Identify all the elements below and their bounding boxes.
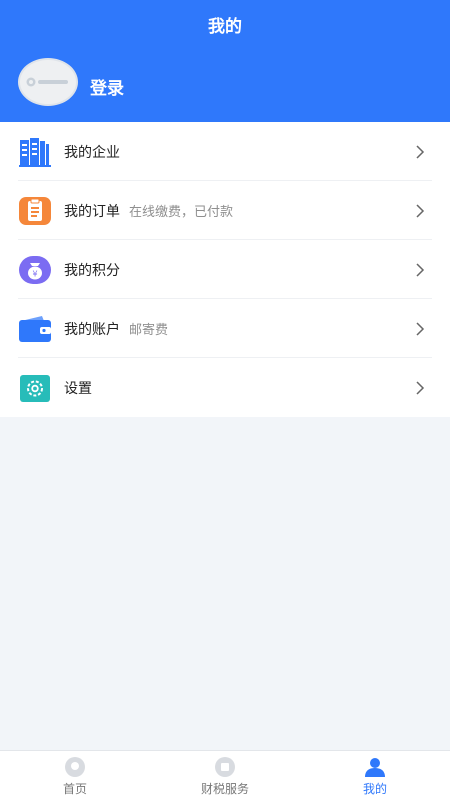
profile-header: 我的 登录 — [0, 0, 450, 122]
tab-label: 首页 — [62, 781, 87, 796]
person-icon — [363, 755, 387, 779]
chevron-right-icon — [416, 203, 425, 218]
menu-item-orders[interactable]: 我的订单 在线缴费，已付款 — [0, 181, 450, 240]
tab-label: 财税服务 — [200, 781, 249, 796]
menu-item-label: 我的企业 — [64, 144, 120, 161]
tab-label: 我的 — [362, 781, 387, 796]
chevron-right-icon — [416, 321, 425, 336]
tab-tax-services[interactable]: 财税服务 — [150, 751, 300, 800]
menu-item-subtitle: 邮寄费 — [129, 323, 169, 338]
login-link[interactable]: 登录 — [90, 74, 124, 99]
menu-item-label: 设置 — [64, 380, 92, 397]
menu-item-subtitle: 在线缴费，已付款 — [129, 205, 234, 220]
tab-home[interactable]: 首页 — [0, 751, 150, 800]
logo-icon — [26, 77, 68, 87]
service-icon — [213, 755, 237, 779]
gear-icon — [18, 371, 52, 405]
menu-item-label: 我的订单 — [64, 203, 120, 220]
svg-text:¥: ¥ — [32, 269, 37, 278]
tab-mine[interactable]: 我的 — [300, 751, 450, 800]
home-icon — [63, 755, 87, 779]
menu-item-label: 我的账户 — [64, 321, 120, 338]
chevron-right-icon — [416, 144, 425, 159]
app-screen: 我的 登录 我的企业 我的订单 在线缴费，已付款 ¥ 我的积分 我的账户 邮寄费… — [0, 0, 450, 800]
money-bag-icon: ¥ — [18, 253, 52, 287]
menu-item-enterprise[interactable]: 我的企业 — [0, 122, 450, 181]
wallet-icon — [18, 312, 52, 346]
menu-list: 我的企业 我的订单 在线缴费，已付款 ¥ 我的积分 我的账户 邮寄费 设置 — [0, 122, 450, 417]
menu-item-account[interactable]: 我的账户 邮寄费 — [0, 299, 450, 358]
chevron-right-icon — [416, 262, 425, 277]
chevron-right-icon — [416, 380, 425, 395]
avatar[interactable] — [18, 58, 78, 106]
page-title: 我的 — [208, 17, 242, 37]
building-icon — [18, 135, 52, 169]
menu-item-settings[interactable]: 设置 — [0, 358, 450, 417]
menu-item-label: 我的积分 — [64, 262, 120, 279]
clipboard-icon — [18, 194, 52, 228]
bottom-tab-bar: 首页 财税服务 我的 — [0, 750, 450, 800]
menu-item-points[interactable]: ¥ 我的积分 — [0, 240, 450, 299]
